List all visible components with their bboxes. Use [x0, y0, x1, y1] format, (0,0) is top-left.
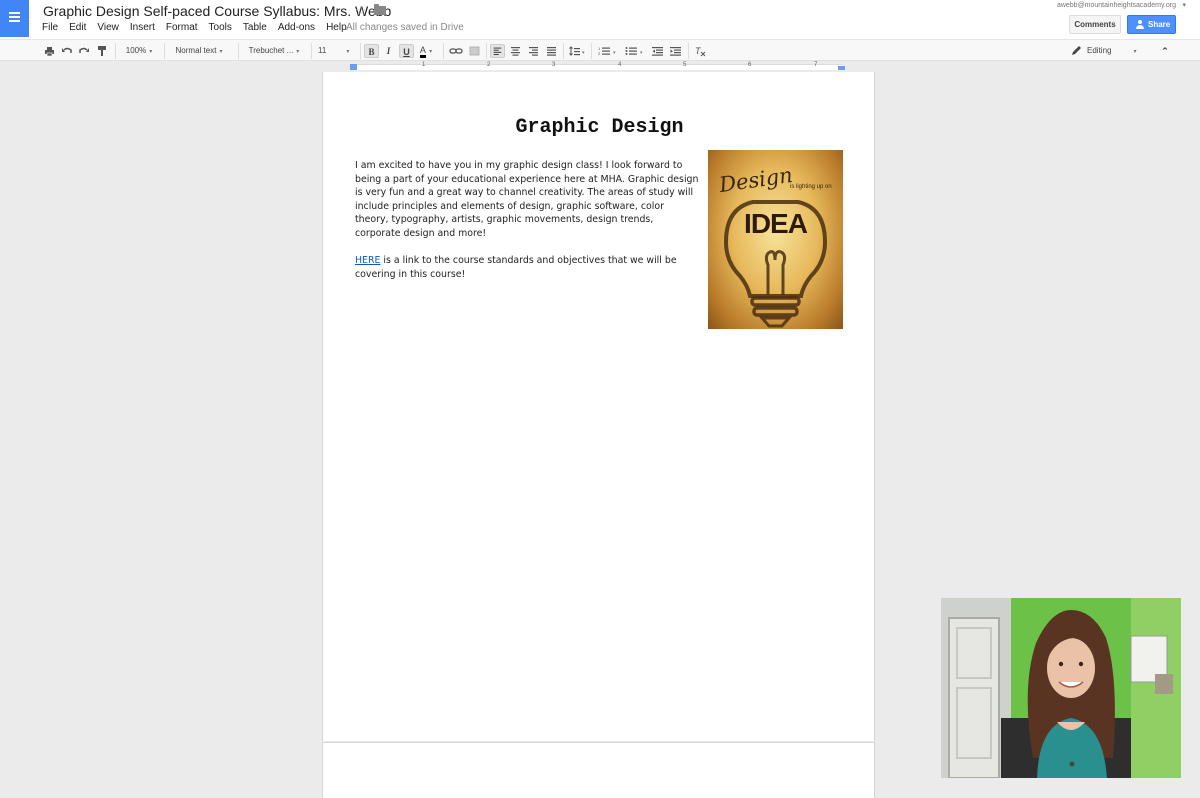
editing-mode-select[interactable]: Editing ▾: [1084, 44, 1144, 58]
line-spacing-icon[interactable]: ▾: [568, 44, 586, 58]
star-icon[interactable]: ☆: [355, 3, 367, 19]
chevron-down-icon: ▾: [149, 49, 153, 55]
formatting-toolbar: 100% ▾ Normal text ▾ Trebuchet ... ▾ 11 ▾ B …: [0, 39, 1200, 61]
right-margin-marker[interactable]: [838, 66, 845, 70]
poster-subtitle: is lighting up on: [790, 184, 832, 190]
redo-icon[interactable]: [78, 44, 90, 58]
collapse-menus-icon[interactable]: ⌃: [1158, 44, 1172, 58]
text-color-label: A: [419, 45, 426, 58]
svg-text:▾: ▾: [582, 50, 585, 56]
ruler-number: 1: [422, 62, 426, 68]
italic-button[interactable]: I: [382, 44, 395, 58]
document-page[interactable]: Graphic Design I am excited to have you …: [322, 72, 875, 741]
menu-bar: File Edit View Insert Format Tools Table…: [42, 22, 358, 33]
docs-home-icon[interactable]: [0, 0, 29, 37]
document-heading[interactable]: Graphic Design: [323, 116, 876, 139]
mode-value: Editing: [1087, 46, 1112, 55]
ruler-number: 5: [683, 62, 687, 68]
comment-icon[interactable]: [468, 44, 481, 58]
pencil-icon: [1072, 46, 1081, 55]
ruler-number: 3: [552, 62, 556, 68]
size-value: 11: [318, 46, 327, 55]
menu-view[interactable]: View: [97, 22, 119, 33]
folder-icon[interactable]: [374, 4, 386, 15]
menu-help[interactable]: Help: [326, 22, 347, 33]
ruler-number: 4: [618, 62, 622, 68]
svg-text:▾: ▾: [640, 50, 643, 56]
chevron-down-icon: ▾: [219, 49, 223, 55]
font-value: Trebuchet ...: [248, 46, 294, 55]
zoom-value: 100%: [125, 46, 147, 55]
chevron-down-icon: ▾: [429, 49, 433, 55]
chevron-down-icon: ▾: [1133, 49, 1137, 55]
share-button[interactable]: Share: [1127, 15, 1176, 34]
chevron-down-icon: ▾: [346, 49, 350, 55]
menu-tools[interactable]: Tools: [209, 22, 232, 33]
idea-lightbulb-image[interactable]: Design is lighting up on IDEA: [708, 150, 843, 329]
menu-add-ons[interactable]: Add-ons: [278, 22, 315, 33]
undo-icon[interactable]: [61, 44, 73, 58]
align-left-icon[interactable]: [490, 44, 505, 58]
paragraph-style-select[interactable]: Normal text ▾: [168, 44, 230, 58]
course-standards-link[interactable]: HERE: [355, 255, 380, 266]
menu-format[interactable]: Format: [166, 22, 198, 33]
font-size-select[interactable]: 11 ▾: [318, 44, 356, 58]
chevron-down-icon: ▾: [296, 49, 300, 55]
svg-text:T: T: [695, 46, 702, 56]
align-justify-icon[interactable]: [545, 44, 558, 58]
link-icon[interactable]: [449, 44, 463, 58]
zoom-select[interactable]: 100% ▾: [121, 44, 157, 58]
text-color-button[interactable]: A ▾: [417, 44, 435, 58]
menu-file[interactable]: File: [42, 22, 58, 33]
share-label: Share: [1148, 20, 1171, 29]
comments-button[interactable]: Comments: [1069, 15, 1121, 34]
person-icon: [1136, 20, 1144, 29]
menu-edit[interactable]: Edit: [69, 22, 86, 33]
bulleted-list-icon[interactable]: ▾: [624, 44, 646, 58]
clear-formatting-icon[interactable]: T: [694, 44, 707, 58]
link-paragraph-text: is a link to the course standards and ob…: [355, 255, 677, 280]
account-email[interactable]: awebb@mountainheightsacademy.org: [1057, 2, 1176, 9]
font-select[interactable]: Trebuchet ... ▾: [243, 44, 305, 58]
poster-word: IDEA: [744, 208, 808, 239]
document-title[interactable]: Graphic Design Self-paced Course Syllabu…: [43, 3, 391, 19]
ruler-number: 6: [748, 62, 752, 68]
intro-paragraph[interactable]: I am excited to have you in my graphic d…: [355, 159, 699, 241]
ruler-number: 2: [487, 62, 491, 68]
webcam-feed: [941, 598, 1181, 778]
align-right-icon[interactable]: [527, 44, 540, 58]
ruler: 1 2 3 4 5 6 7: [322, 62, 875, 72]
menu-insert[interactable]: Insert: [130, 22, 155, 33]
numbered-list-icon[interactable]: 12 ▾: [597, 44, 619, 58]
style-value: Normal text: [175, 46, 217, 55]
paint-format-icon[interactable]: [96, 44, 108, 58]
increase-indent-icon[interactable]: [669, 44, 682, 58]
document-body[interactable]: I am excited to have you in my graphic d…: [355, 159, 699, 281]
ruler-number: 7: [814, 62, 818, 68]
align-center-icon[interactable]: [509, 44, 522, 58]
decrease-indent-icon[interactable]: [651, 44, 664, 58]
svg-text:2: 2: [598, 51, 601, 56]
print-icon[interactable]: [44, 44, 55, 58]
app-header: Graphic Design Self-paced Course Syllabu…: [0, 0, 1200, 39]
account-chevron-down-icon[interactable]: ▾: [1182, 1, 1186, 9]
document-page-2[interactable]: [322, 742, 875, 798]
link-paragraph[interactable]: HERE is a link to the course standards a…: [355, 254, 699, 281]
save-status: All changes saved in Drive: [346, 22, 464, 33]
menu-table[interactable]: Table: [243, 22, 267, 33]
indent-marker[interactable]: [350, 64, 357, 70]
underline-button[interactable]: U: [399, 44, 414, 58]
svg-text:▾: ▾: [613, 50, 616, 56]
bold-button[interactable]: B: [364, 44, 379, 58]
webcam-overlay: [941, 598, 1181, 778]
